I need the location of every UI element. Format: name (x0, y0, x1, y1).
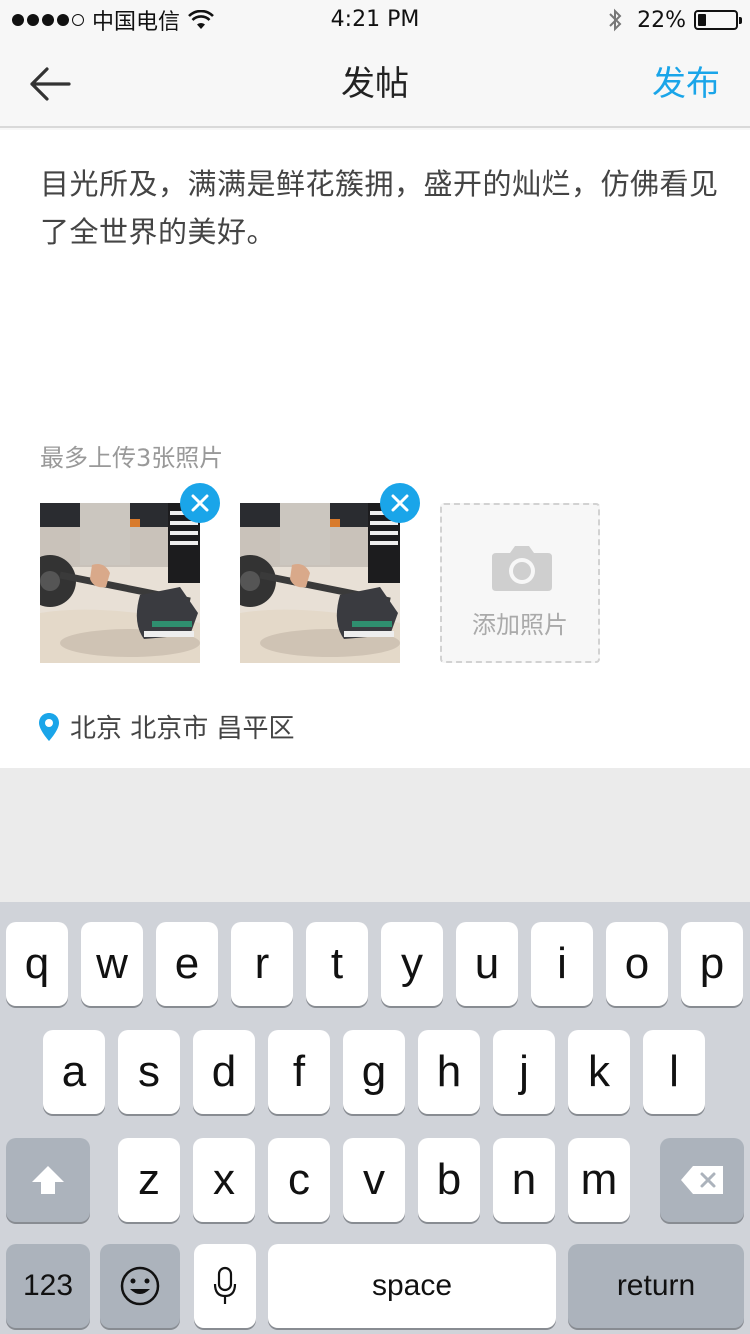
key-u[interactable]: u (456, 922, 518, 1006)
key-w[interactable]: w (81, 922, 143, 1006)
key-k[interactable]: k (568, 1030, 630, 1114)
return-key[interactable]: return (568, 1244, 744, 1328)
arrow-left-icon (30, 67, 71, 101)
key-v[interactable]: v (343, 1138, 405, 1222)
key-j[interactable]: j (493, 1030, 555, 1114)
key-s[interactable]: s (118, 1030, 180, 1114)
key-e[interactable]: e (156, 922, 218, 1006)
keyboard: 123 space return qwertyuiop asdfghjkl zxcv… (0, 902, 750, 1334)
close-icon (191, 494, 209, 512)
key-x[interactable]: x (193, 1138, 255, 1222)
emoji-icon (120, 1266, 160, 1306)
key-m[interactable]: m (568, 1138, 630, 1222)
photo-limit-hint: 最多上传3张照片 (40, 444, 224, 472)
key-r[interactable]: r (231, 922, 293, 1006)
key-z[interactable]: z (118, 1138, 180, 1222)
microphone-key[interactable] (194, 1244, 256, 1328)
photo-thumbnail-2[interactable] (240, 483, 420, 663)
remove-photo-button[interactable] (380, 483, 420, 523)
key-d[interactable]: d (193, 1030, 255, 1114)
add-photo-label: 添加照片 (472, 611, 568, 639)
emoji-key[interactable] (100, 1244, 180, 1328)
backspace-icon (681, 1166, 723, 1194)
bluetooth-icon (609, 8, 622, 32)
post-editor: 目光所及，满满是鲜花簇拥，盛开的灿烂，仿佛看见了全世界的美好。 最多上传3张照片 (0, 130, 750, 768)
battery-percent: 22% (637, 7, 686, 33)
location-text: 北京 北京市 昌平区 (70, 714, 295, 744)
battery-fill (698, 14, 706, 26)
numbers-key[interactable]: 123 (6, 1244, 90, 1328)
location-pin-icon (39, 712, 59, 741)
key-t[interactable]: t (306, 922, 368, 1006)
key-y[interactable]: y (381, 922, 443, 1006)
status-bar: 中国电信 4:21 PM 22% (0, 0, 750, 40)
remove-photo-button[interactable] (180, 483, 220, 523)
key-i[interactable]: i (531, 922, 593, 1006)
key-a[interactable]: a (43, 1030, 105, 1114)
key-h[interactable]: h (418, 1030, 480, 1114)
key-q[interactable]: q (6, 922, 68, 1006)
nav-bar: 发帖 发布 (0, 40, 750, 128)
key-p[interactable]: p (681, 922, 743, 1006)
status-right: 22% (607, 6, 742, 34)
back-button[interactable] (24, 62, 76, 106)
page-title: 发帖 (341, 64, 409, 104)
location-row[interactable]: 北京 北京市 昌平区 (38, 708, 295, 745)
photo-thumbnail-1[interactable] (40, 483, 220, 663)
microphone-icon (213, 1266, 237, 1304)
add-photo-button[interactable]: 添加照片 (440, 503, 600, 663)
battery-icon (694, 10, 742, 30)
key-b[interactable]: b (418, 1138, 480, 1222)
publish-button[interactable]: 发布 (652, 40, 720, 128)
space-key[interactable]: space (268, 1244, 556, 1328)
close-icon (391, 494, 409, 512)
spacer-area (0, 768, 750, 902)
key-n[interactable]: n (493, 1138, 555, 1222)
key-g[interactable]: g (343, 1030, 405, 1114)
weightlifting-photo (40, 503, 200, 663)
camera-icon (492, 546, 552, 591)
shift-key[interactable] (6, 1138, 90, 1222)
post-text-input[interactable]: 目光所及，满满是鲜花簇拥，盛开的灿烂，仿佛看见了全世界的美好。 (40, 160, 720, 256)
key-f[interactable]: f (268, 1030, 330, 1114)
key-c[interactable]: c (268, 1138, 330, 1222)
weightlifting-photo (240, 503, 400, 663)
key-o[interactable]: o (606, 922, 668, 1006)
shift-icon (32, 1166, 64, 1194)
delete-key[interactable] (660, 1138, 744, 1222)
key-l[interactable]: l (643, 1030, 705, 1114)
